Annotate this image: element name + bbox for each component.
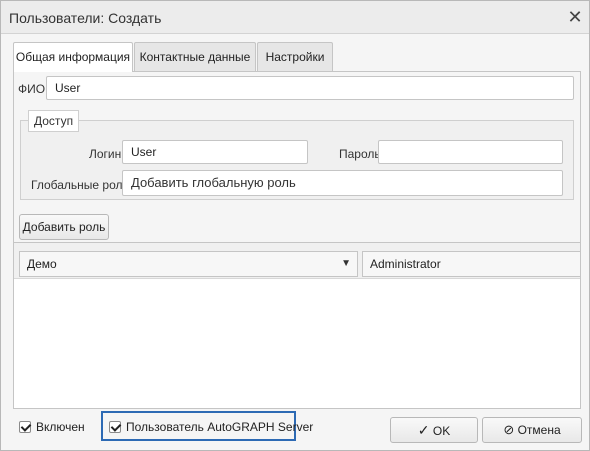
password-label: Пароль — [339, 147, 381, 161]
roles-grid-header: Демо ▼ Administrator — [14, 243, 580, 279]
dialog-titlebar: Пользователи: Создать ✕ — [1, 1, 589, 34]
column-header-demo-label: Демо — [27, 257, 57, 271]
cancel-label: Отмена — [517, 423, 561, 437]
login-label: Логин — [89, 147, 122, 161]
fio-input[interactable]: User — [46, 76, 574, 100]
ok-label: OK — [432, 424, 451, 438]
global-roles-label: Глобальные роли — [31, 178, 130, 192]
cancel-icon: ⊘ — [503, 422, 515, 437]
access-legend: Доступ — [28, 110, 80, 132]
cancel-button[interactable]: ⊘ Отмена — [482, 417, 582, 443]
enabled-checkbox[interactable]: Включен — [19, 420, 85, 434]
access-fieldset: Логин User Пароль Глобальные роли Добави… — [20, 120, 574, 200]
create-user-dialog: Пользователи: Создать ✕ Общая информация… — [0, 0, 590, 451]
server-user-label: Пользователь AutoGRAPH Server — [126, 420, 314, 434]
tab-contacts[interactable]: Контактные данные — [134, 42, 256, 71]
checkmark-icon: ✓ — [417, 422, 430, 438]
server-user-checkbox[interactable]: Пользователь AutoGRAPH Server — [109, 420, 313, 434]
add-role-button[interactable]: Добавить роль — [19, 214, 109, 240]
fio-label: ФИО — [18, 82, 46, 96]
password-input[interactable] — [378, 140, 563, 164]
tab-general-info[interactable]: Общая информация — [13, 42, 133, 72]
dialog-title: Пользователи: Создать — [9, 10, 162, 26]
login-input[interactable]: User — [122, 140, 308, 164]
global-roles-input[interactable]: Добавить глобальную роль — [122, 170, 563, 196]
checkmark-icon[interactable] — [109, 421, 121, 433]
close-icon[interactable]: ✕ — [565, 6, 585, 28]
roles-grid: Демо ▼ Administrator — [14, 242, 580, 408]
column-header-administrator[interactable]: Administrator — [362, 251, 580, 277]
chevron-down-icon[interactable]: ▼ — [341, 252, 351, 276]
column-header-demo[interactable]: Демо ▼ — [19, 251, 358, 277]
ok-button[interactable]: ✓ OK — [390, 417, 478, 443]
enabled-label: Включен — [36, 420, 85, 434]
checkmark-icon[interactable] — [19, 421, 31, 433]
general-info-panel: ФИО User Логин User Пароль Глобальные ро… — [13, 71, 581, 409]
tab-settings[interactable]: Настройки — [257, 42, 333, 71]
